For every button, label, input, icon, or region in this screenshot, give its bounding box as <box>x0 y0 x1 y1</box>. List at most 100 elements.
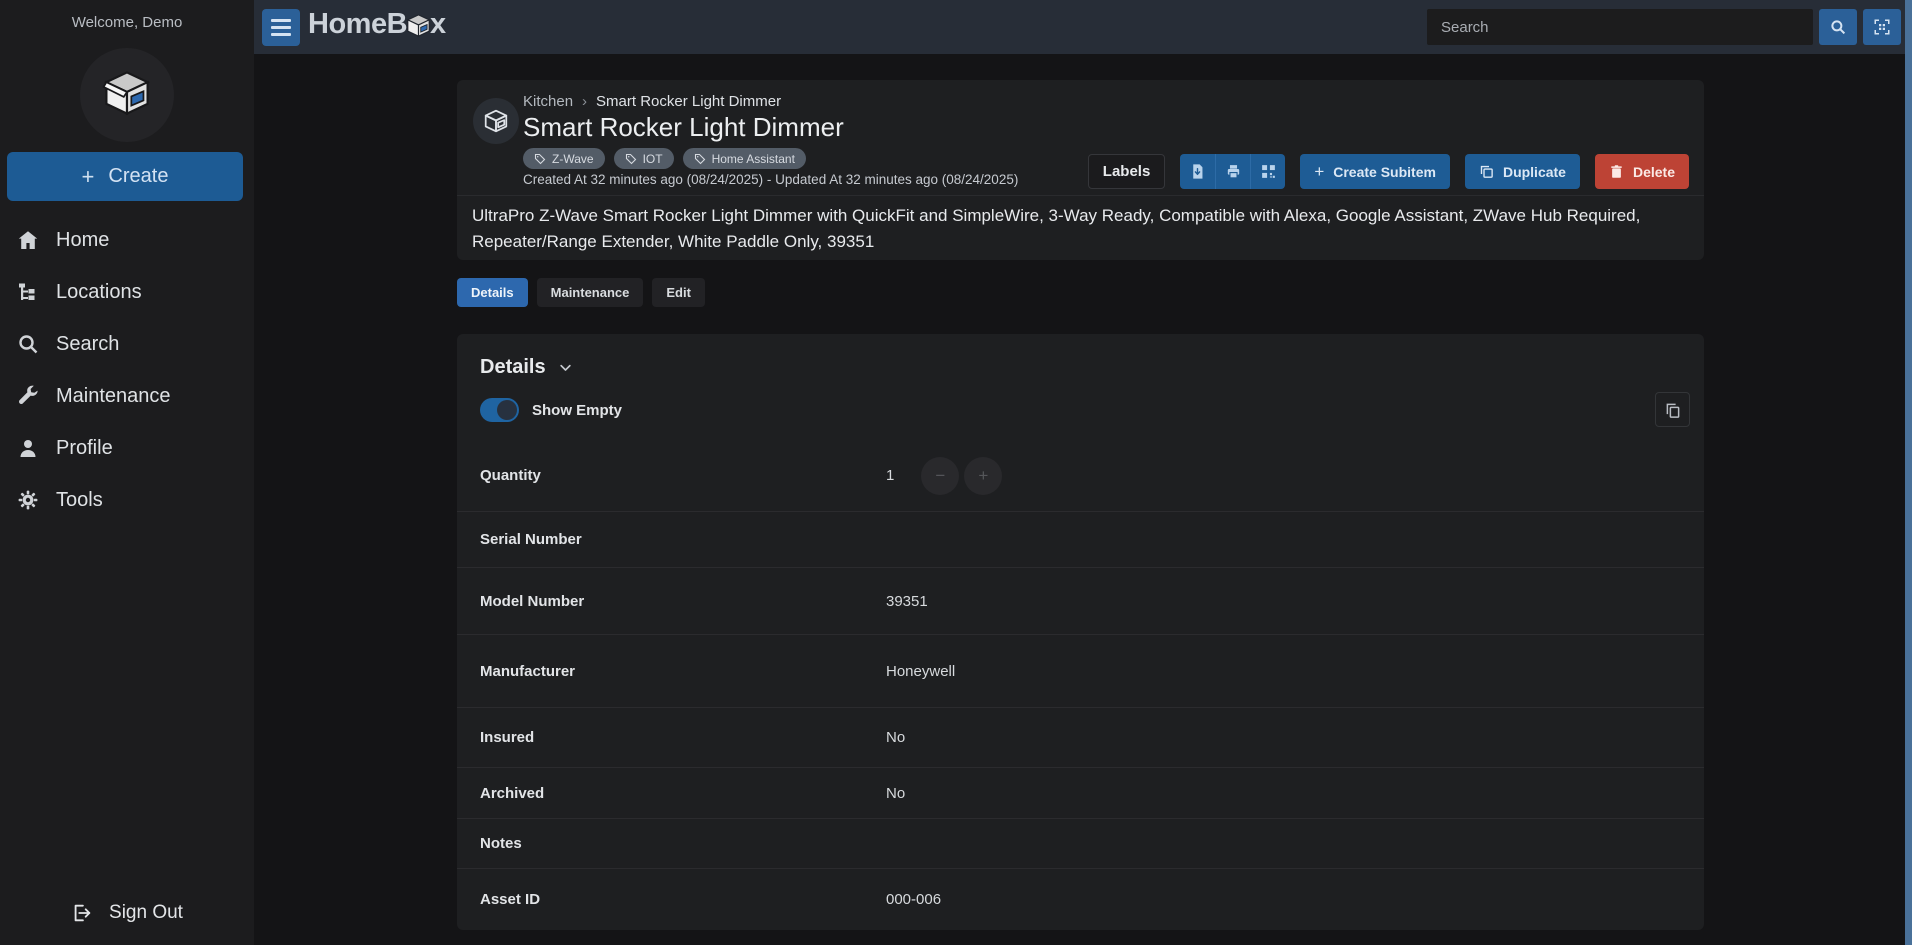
created-updated-meta: Created At 32 minutes ago (08/24/2025) -… <box>523 172 1018 187</box>
sidebar-item-locations[interactable]: Locations <box>0 266 254 318</box>
quantity-increment-button[interactable]: + <box>964 457 1002 495</box>
field-label: Asset ID <box>480 891 886 908</box>
sidebar-item-label: Home <box>56 229 109 252</box>
sidebar-item-label: Tools <box>56 489 103 512</box>
item-actions: Labels <box>1088 154 1689 189</box>
duplicate-button[interactable]: Duplicate <box>1465 154 1580 189</box>
detail-row-model-number: Model Number 39351 <box>457 568 1704 635</box>
tag-iot[interactable]: IOT <box>614 148 674 169</box>
qr-scan-button[interactable] <box>1863 9 1901 45</box>
sidebar-item-label: Locations <box>56 281 142 304</box>
breadcrumb: Kitchen › Smart Rocker Light Dimmer <box>523 93 781 110</box>
qr-code-button[interactable] <box>1250 154 1285 189</box>
breadcrumb-parent-link[interactable]: Kitchen <box>523 93 573 110</box>
hamburger-icon <box>271 19 291 22</box>
detail-row-archived: Archived No <box>457 768 1704 819</box>
create-subitem-label: Create Subitem <box>1333 164 1436 180</box>
brand-text-pre: HomeB <box>308 8 407 41</box>
page-title: Smart Rocker Light Dimmer <box>523 112 844 143</box>
topbar: HomeB x <box>254 0 1912 54</box>
logout-icon <box>71 902 93 924</box>
search-input[interactable] <box>1427 9 1813 45</box>
field-label: Archived <box>480 785 886 802</box>
print-button[interactable] <box>1215 154 1250 189</box>
toggle-knob <box>497 400 517 420</box>
delete-button[interactable]: Delete <box>1595 154 1689 189</box>
field-label: Model Number <box>480 593 886 610</box>
sidebar-item-search[interactable]: Search <box>0 318 254 370</box>
detail-row-serial-number: Serial Number <box>457 512 1704 568</box>
welcome-text: Welcome, Demo <box>0 14 254 31</box>
show-empty-label: Show Empty <box>532 402 622 419</box>
brand-box-icon <box>405 12 432 39</box>
field-value: 1 <box>886 467 894 484</box>
field-label: Manufacturer <box>480 663 886 680</box>
page-scrollbar[interactable] <box>1905 0 1912 945</box>
detail-row-asset-id: Asset ID 000-006 <box>457 869 1704 930</box>
create-button[interactable]: + Create <box>7 152 243 201</box>
field-label: Notes <box>480 835 886 852</box>
file-download-icon <box>1189 163 1206 180</box>
details-heading: Details <box>480 356 546 379</box>
copy-icon <box>1664 401 1682 419</box>
tab-edit[interactable]: Edit <box>652 278 705 307</box>
sidebar-item-label: Search <box>56 333 119 356</box>
field-value: 39351 <box>886 593 928 610</box>
details-section-header[interactable]: Details <box>480 356 573 379</box>
plus-icon: + <box>1314 162 1324 182</box>
breadcrumb-current: Smart Rocker Light Dimmer <box>596 93 781 110</box>
field-value: No <box>886 729 905 746</box>
box-outline-icon <box>483 108 509 134</box>
plus-icon: + <box>82 164 95 190</box>
tag-icon <box>625 153 637 165</box>
show-empty-toggle-row[interactable]: Show Empty <box>480 398 622 422</box>
search-icon <box>1829 18 1847 36</box>
duplicate-label: Duplicate <box>1503 164 1566 180</box>
tag-icon <box>534 153 546 165</box>
home-icon <box>16 228 40 252</box>
sidebar-item-maintenance[interactable]: Maintenance <box>0 370 254 422</box>
details-card: Details Show Empty Quantity 1 − + Serial… <box>457 334 1704 930</box>
tag-home-assistant[interactable]: Home Assistant <box>683 148 806 169</box>
detail-row-insured: Insured No <box>457 708 1704 768</box>
brand-logo[interactable]: HomeB x <box>308 8 446 41</box>
header-divider <box>457 195 1704 196</box>
field-value: No <box>886 785 905 802</box>
create-subitem-button[interactable]: + Create Subitem <box>1300 154 1450 189</box>
menu-button[interactable] <box>262 9 300 46</box>
details-field-list: Quantity 1 − + Serial Number Model Numbe… <box>457 440 1704 930</box>
tag-zwave[interactable]: Z-Wave <box>523 148 605 169</box>
qr-code-icon <box>1260 163 1277 180</box>
tab-maintenance[interactable]: Maintenance <box>537 278 644 307</box>
detail-row-notes: Notes <box>457 819 1704 869</box>
detail-row-manufacturer: Manufacturer Honeywell <box>457 635 1704 708</box>
sidebar-item-home[interactable]: Home <box>0 214 254 266</box>
sign-out-button[interactable]: Sign Out <box>0 893 254 933</box>
download-file-button[interactable] <box>1180 154 1215 189</box>
breadcrumb-separator: › <box>582 93 587 110</box>
show-empty-toggle[interactable] <box>480 398 519 422</box>
sidebar-item-profile[interactable]: Profile <box>0 422 254 474</box>
brand-text-post: x <box>430 8 446 41</box>
search-submit-button[interactable] <box>1819 9 1857 45</box>
sidebar-item-label: Profile <box>56 437 113 460</box>
export-icon-group <box>1180 154 1285 189</box>
tag-label: Z-Wave <box>552 152 594 166</box>
detail-row-quantity: Quantity 1 − + <box>457 440 1704 512</box>
field-label: Serial Number <box>480 531 886 548</box>
box-logo-icon <box>101 67 153 124</box>
tab-details[interactable]: Details <box>457 278 528 307</box>
sidebar-item-label: Maintenance <box>56 385 171 408</box>
sidebar-item-tools[interactable]: Tools <box>0 474 254 526</box>
field-value: Honeywell <box>886 663 955 680</box>
sidebar-nav: Home Locations Search Maintenance <box>0 214 254 526</box>
printer-icon <box>1225 163 1242 180</box>
homebox-logo <box>80 48 174 142</box>
copy-icon <box>1479 164 1494 179</box>
item-avatar <box>473 98 519 144</box>
copy-details-button[interactable] <box>1655 392 1690 427</box>
chevron-down-icon <box>558 360 573 375</box>
tag-icon <box>694 153 706 165</box>
quantity-decrement-button[interactable]: − <box>921 457 959 495</box>
labels-button[interactable]: Labels <box>1088 154 1166 189</box>
